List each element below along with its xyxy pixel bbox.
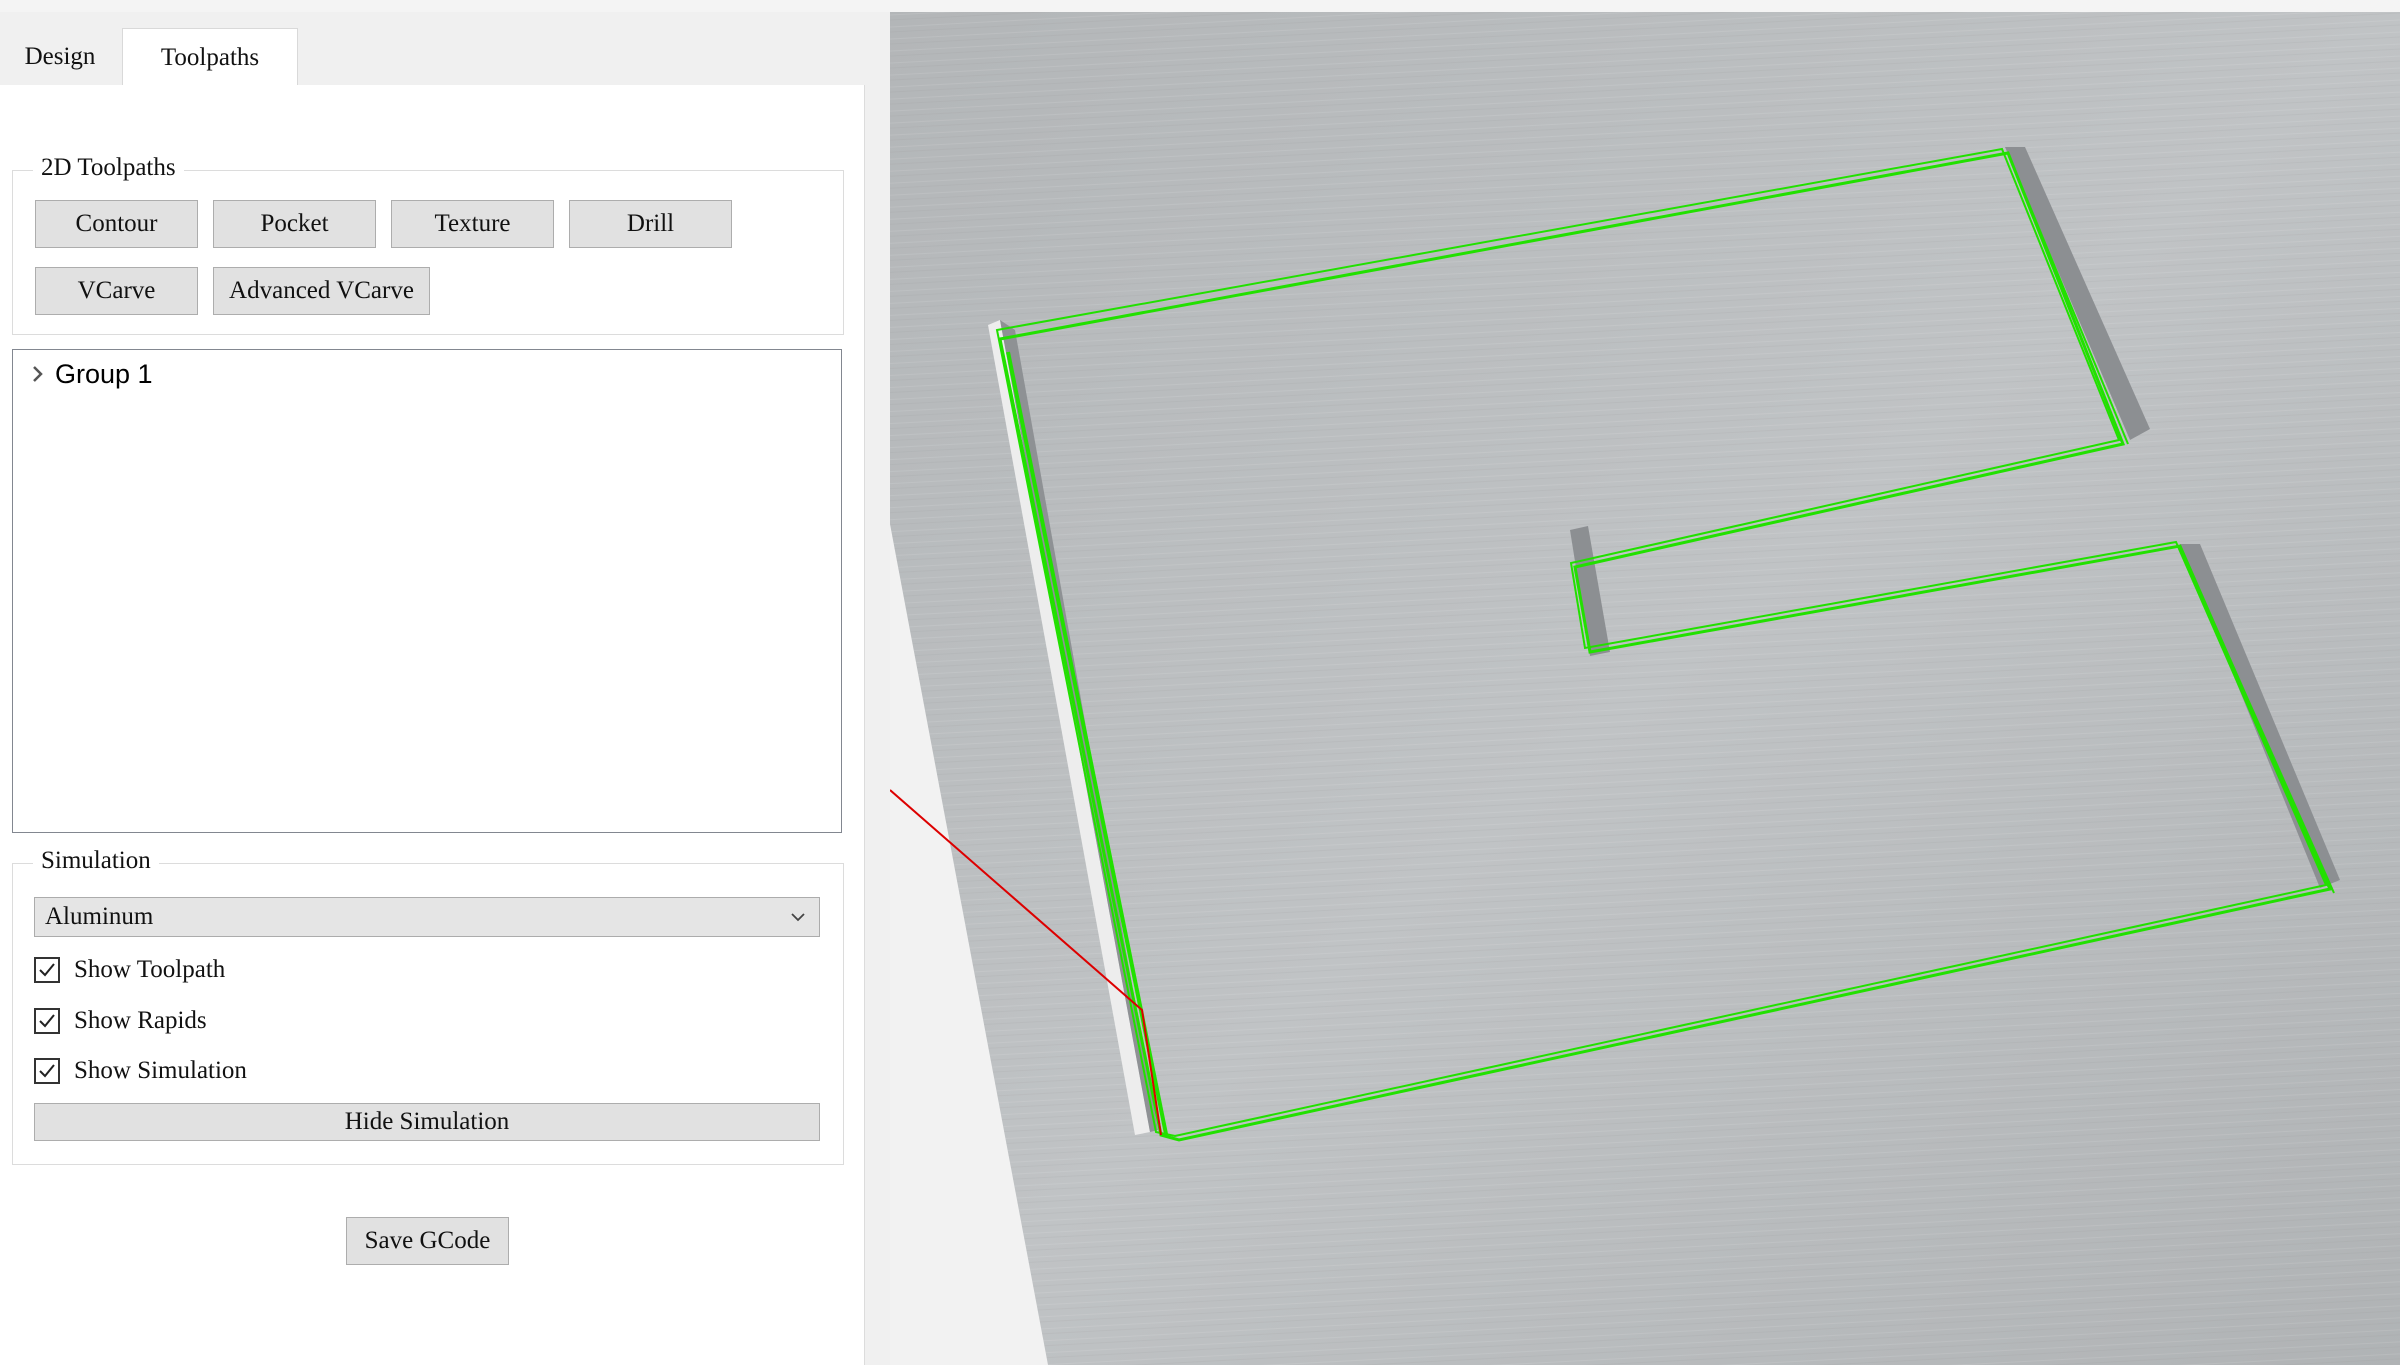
tab-design[interactable]: Design (6, 28, 114, 86)
show-rapids-checkbox[interactable] (34, 1008, 60, 1034)
chevron-right-icon[interactable] (13, 359, 47, 389)
tab-toolpaths[interactable]: Toolpaths (122, 28, 298, 86)
hide-simulation-button[interactable]: Hide Simulation (34, 1103, 820, 1141)
checkmark-icon (39, 963, 55, 977)
material-value: Aluminum (45, 903, 154, 930)
toolpaths-panel: 2D Toolpaths Contour Pocket Texture Dril… (0, 85, 865, 1365)
show-simulation-checkbox[interactable] (34, 1058, 60, 1084)
show-toolpath-label: Show Toolpath (74, 956, 226, 983)
show-rapids-label: Show Rapids (74, 1007, 207, 1034)
tab-bar: Design Toolpaths (0, 28, 890, 86)
tree-item-label: Group 1 (55, 358, 153, 389)
show-toolpath-row[interactable]: Show Toolpath (34, 953, 225, 987)
drill-button[interactable]: Drill (569, 200, 732, 248)
vcarve-button[interactable]: VCarve (35, 267, 198, 315)
chevron-down-icon (791, 913, 805, 922)
contour-button[interactable]: Contour (35, 200, 198, 248)
show-rapids-row[interactable]: Show Rapids (34, 1004, 207, 1038)
material-select[interactable]: Aluminum (34, 897, 820, 937)
tree-item-group-1[interactable]: Group 1 (13, 354, 153, 394)
pocket-button[interactable]: Pocket (213, 200, 376, 248)
toolpaths-2d-group: 2D Toolpaths Contour Pocket Texture Dril… (12, 154, 844, 335)
show-simulation-row[interactable]: Show Simulation (34, 1054, 247, 1088)
stock-texture (890, 12, 2400, 1365)
texture-button[interactable]: Texture (391, 200, 554, 248)
toolpaths-2d-title: 2D Toolpaths (33, 154, 184, 182)
advanced-vcarve-button[interactable]: Advanced VCarve (213, 267, 430, 315)
show-simulation-label: Show Simulation (74, 1057, 247, 1084)
show-toolpath-checkbox[interactable] (34, 957, 60, 983)
toolpath-tree[interactable]: Group 1 (12, 349, 842, 833)
left-pane: Design Toolpaths 2D Toolpaths Contour Po… (0, 12, 890, 1365)
viewport-canvas[interactable] (890, 12, 2400, 1365)
checkmark-icon (39, 1014, 55, 1028)
save-gcode-button[interactable]: Save GCode (346, 1217, 509, 1265)
checkmark-icon (39, 1064, 55, 1078)
simulation-viewport[interactable] (890, 12, 2400, 1365)
simulation-title: Simulation (33, 847, 159, 875)
